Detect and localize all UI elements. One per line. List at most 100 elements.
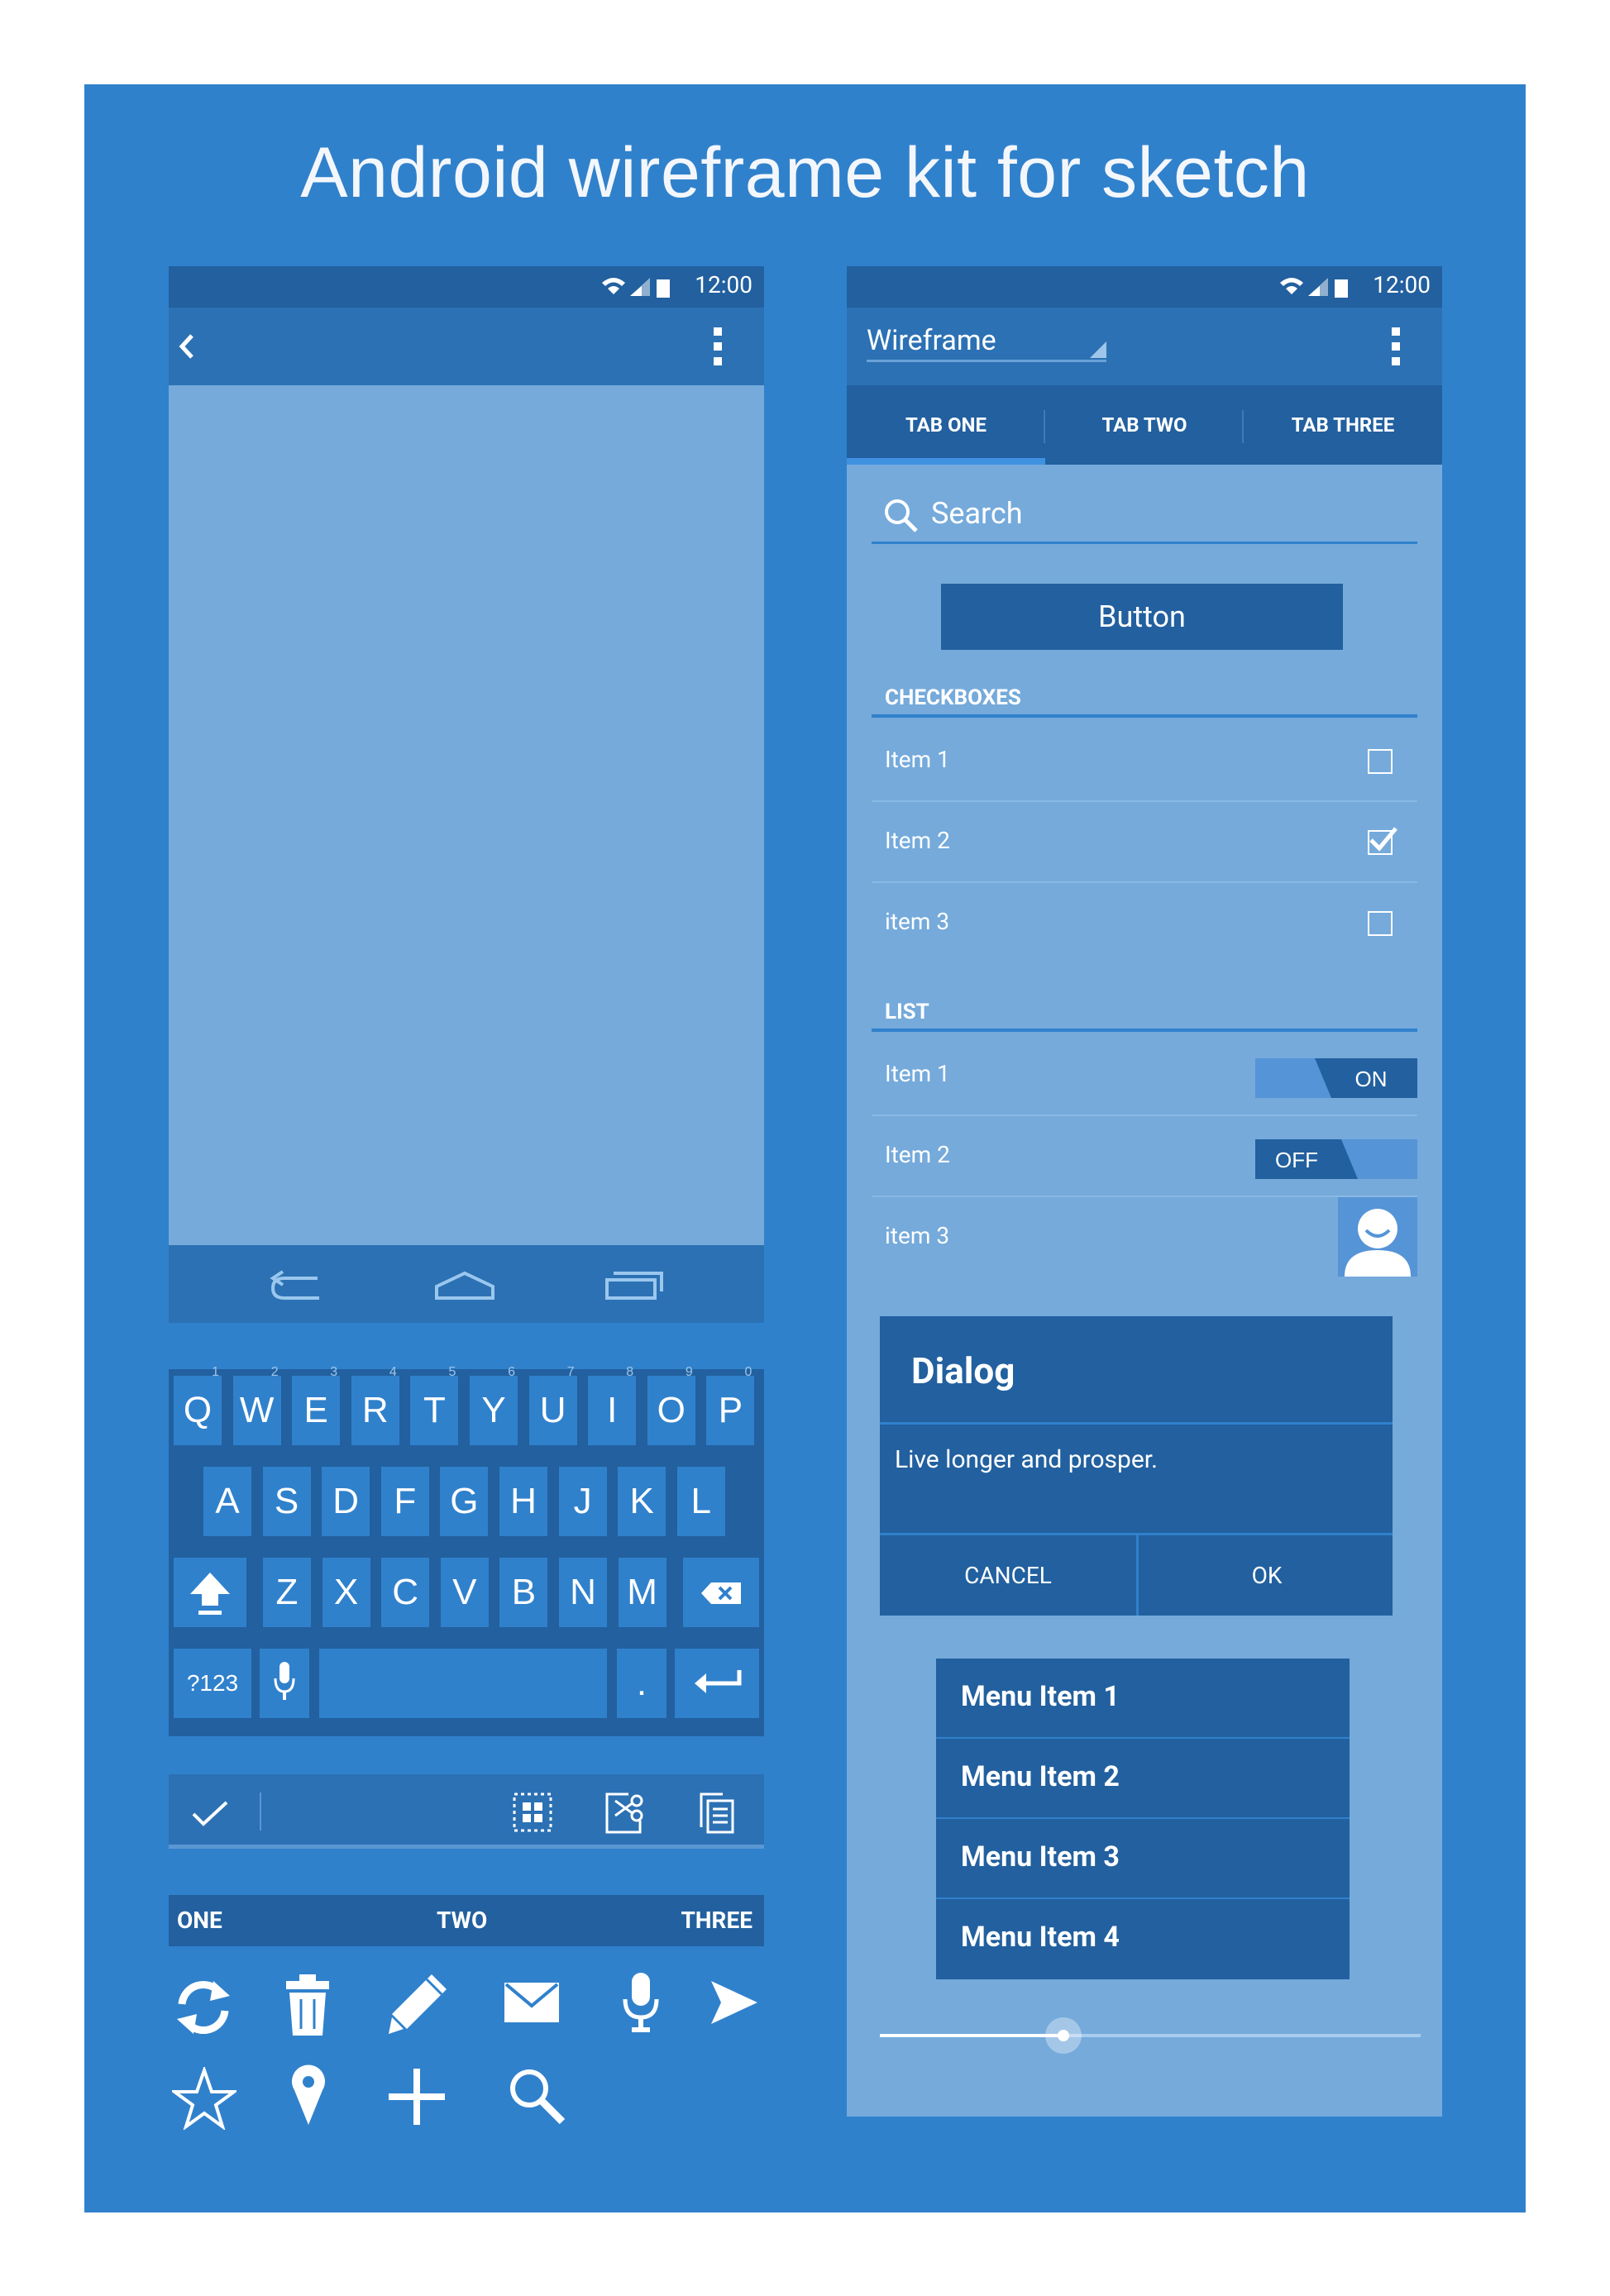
star-icon[interactable] [172, 2067, 236, 2130]
key-u[interactable]: U7 [528, 1366, 577, 1445]
checkbox-row[interactable]: Item 2 [872, 802, 1417, 883]
enter-icon [695, 1670, 742, 1693]
slider-fill [880, 2034, 1064, 2037]
key-k[interactable]: K [618, 1467, 666, 1536]
cut-icon[interactable] [604, 1791, 648, 1835]
menu-item[interactable]: Menu Item 4 [936, 1899, 1350, 1979]
key-l[interactable]: L [676, 1467, 725, 1536]
key-c[interactable]: C [381, 1558, 430, 1627]
key-f[interactable]: F [380, 1467, 429, 1536]
tab-three[interactable]: THREE [681, 1907, 752, 1934]
search-icon[interactable] [508, 2067, 567, 2127]
overflow-menu-icon[interactable] [713, 327, 723, 365]
symbols-key[interactable]: ?123 [174, 1649, 251, 1718]
overflow-menu-icon[interactable] [1391, 327, 1401, 365]
checkbox[interactable] [1368, 749, 1393, 774]
key-q[interactable]: Q1 [174, 1366, 222, 1445]
cancel-button[interactable]: CANCEL [880, 1535, 1136, 1616]
key-h[interactable]: H [499, 1467, 547, 1536]
checkbox-row[interactable]: item 3 [872, 883, 1417, 964]
toggle-state: OFF [1275, 1148, 1318, 1172]
period-key[interactable]: . [617, 1649, 666, 1718]
page-title: Android wireframe kit for sketch [300, 133, 1310, 212]
key-r[interactable]: R4 [351, 1366, 399, 1445]
checkbox-row[interactable]: Item 1 [872, 721, 1417, 802]
key-t[interactable]: T5 [410, 1366, 459, 1445]
status-time: 12:00 [695, 271, 752, 298]
key-j[interactable]: J [558, 1467, 607, 1536]
toggle-switch-on[interactable]: ON [1255, 1058, 1417, 1098]
tab-one[interactable]: ONE [177, 1907, 222, 1934]
key-label: T [423, 1390, 446, 1430]
key-label: A [215, 1481, 240, 1521]
key-i[interactable]: I8 [588, 1366, 637, 1445]
soft-keyboard: Q 1 W 2 E 3 R 4 T 5 Y 6 U 7 I 8 O 9 P 0 A S D F G H J K L Z X C V B N M ?123… [169, 1366, 764, 1736]
location-pin-icon[interactable] [289, 2064, 327, 2127]
backspace-key[interactable] [683, 1558, 759, 1627]
slider-thumb[interactable] [1045, 2017, 1082, 2054]
enter-key[interactable] [675, 1649, 759, 1718]
plus-icon[interactable] [387, 2067, 447, 2127]
key-e[interactable]: E3 [292, 1366, 341, 1445]
ok-button[interactable]: OK [1139, 1535, 1395, 1616]
checkbox-label: item 3 [885, 908, 950, 935]
copy-icon[interactable] [698, 1791, 736, 1835]
key-label: Y [481, 1390, 506, 1430]
send-icon[interactable] [709, 1979, 759, 2026]
select-all-icon[interactable] [513, 1792, 552, 1832]
key-b[interactable]: B [499, 1558, 548, 1627]
key-p[interactable]: P0 [706, 1366, 755, 1445]
space-key[interactable] [319, 1649, 607, 1718]
checkbox-checked[interactable] [1368, 827, 1397, 855]
key-hint: 2 [270, 1365, 279, 1379]
key-z[interactable]: Z [263, 1558, 311, 1627]
pencil-icon[interactable] [385, 1969, 451, 2036]
mail-icon[interactable] [503, 1981, 561, 2024]
key-label: G [450, 1481, 479, 1521]
key-v[interactable]: V [440, 1558, 489, 1627]
voice-key[interactable] [260, 1649, 309, 1718]
key-hint: 6 [508, 1365, 515, 1379]
tab-one[interactable]: TAB ONE [847, 385, 1045, 465]
key-o[interactable]: O9 [647, 1366, 695, 1445]
list-row[interactable]: item 3 [872, 1197, 1417, 1278]
mic-icon[interactable] [622, 1971, 660, 2034]
tab-two[interactable]: TWO [437, 1907, 487, 1934]
menu-item[interactable]: Menu Item 3 [936, 1819, 1350, 1899]
spinner[interactable]: Wireframe [867, 324, 1106, 362]
checkboxes-header: CHECKBOXES [872, 683, 1417, 718]
list-row[interactable]: Item 1 ON [872, 1035, 1417, 1116]
key-hint: 7 [566, 1365, 575, 1379]
checkbox[interactable] [1368, 911, 1393, 936]
menu-item[interactable]: Menu Item 2 [936, 1739, 1350, 1819]
key-n[interactable]: N [559, 1558, 607, 1627]
refresh-icon[interactable] [172, 1976, 235, 2039]
key-label: W [239, 1390, 275, 1430]
avatar[interactable] [1338, 1197, 1417, 1277]
tab-three[interactable]: TAB THREE [1244, 385, 1442, 465]
status-bar-right: 12:00 [847, 266, 1442, 308]
menu-item[interactable]: Menu Item 1 [936, 1659, 1350, 1739]
trash-icon[interactable] [284, 1973, 331, 2037]
primary-button[interactable]: Button [941, 584, 1343, 650]
key-y[interactable]: Y6 [470, 1366, 518, 1445]
recents-nav-icon[interactable] [604, 1268, 665, 1301]
toggle-switch-off[interactable]: OFF [1255, 1139, 1417, 1179]
check-icon[interactable] [190, 1799, 230, 1829]
key-hint: 4 [389, 1365, 397, 1379]
checkbox-label: Item 2 [885, 827, 950, 854]
key-w[interactable]: W2 [232, 1366, 281, 1445]
list-row[interactable]: Item 2 OFF [872, 1116, 1417, 1197]
key-d[interactable]: D [322, 1467, 370, 1536]
key-x[interactable]: X [322, 1558, 370, 1627]
home-nav-icon[interactable] [433, 1268, 496, 1301]
shift-key[interactable] [174, 1558, 246, 1627]
chevron-left-icon[interactable] [177, 331, 197, 362]
tab-two[interactable]: TAB TWO [1045, 385, 1244, 465]
key-a[interactable]: A [203, 1467, 251, 1536]
key-s[interactable]: S [262, 1467, 311, 1536]
key-g[interactable]: G [440, 1467, 489, 1536]
back-nav-icon[interactable] [268, 1268, 326, 1301]
key-m[interactable]: M [618, 1558, 666, 1627]
search-input[interactable]: Search [872, 489, 1417, 544]
